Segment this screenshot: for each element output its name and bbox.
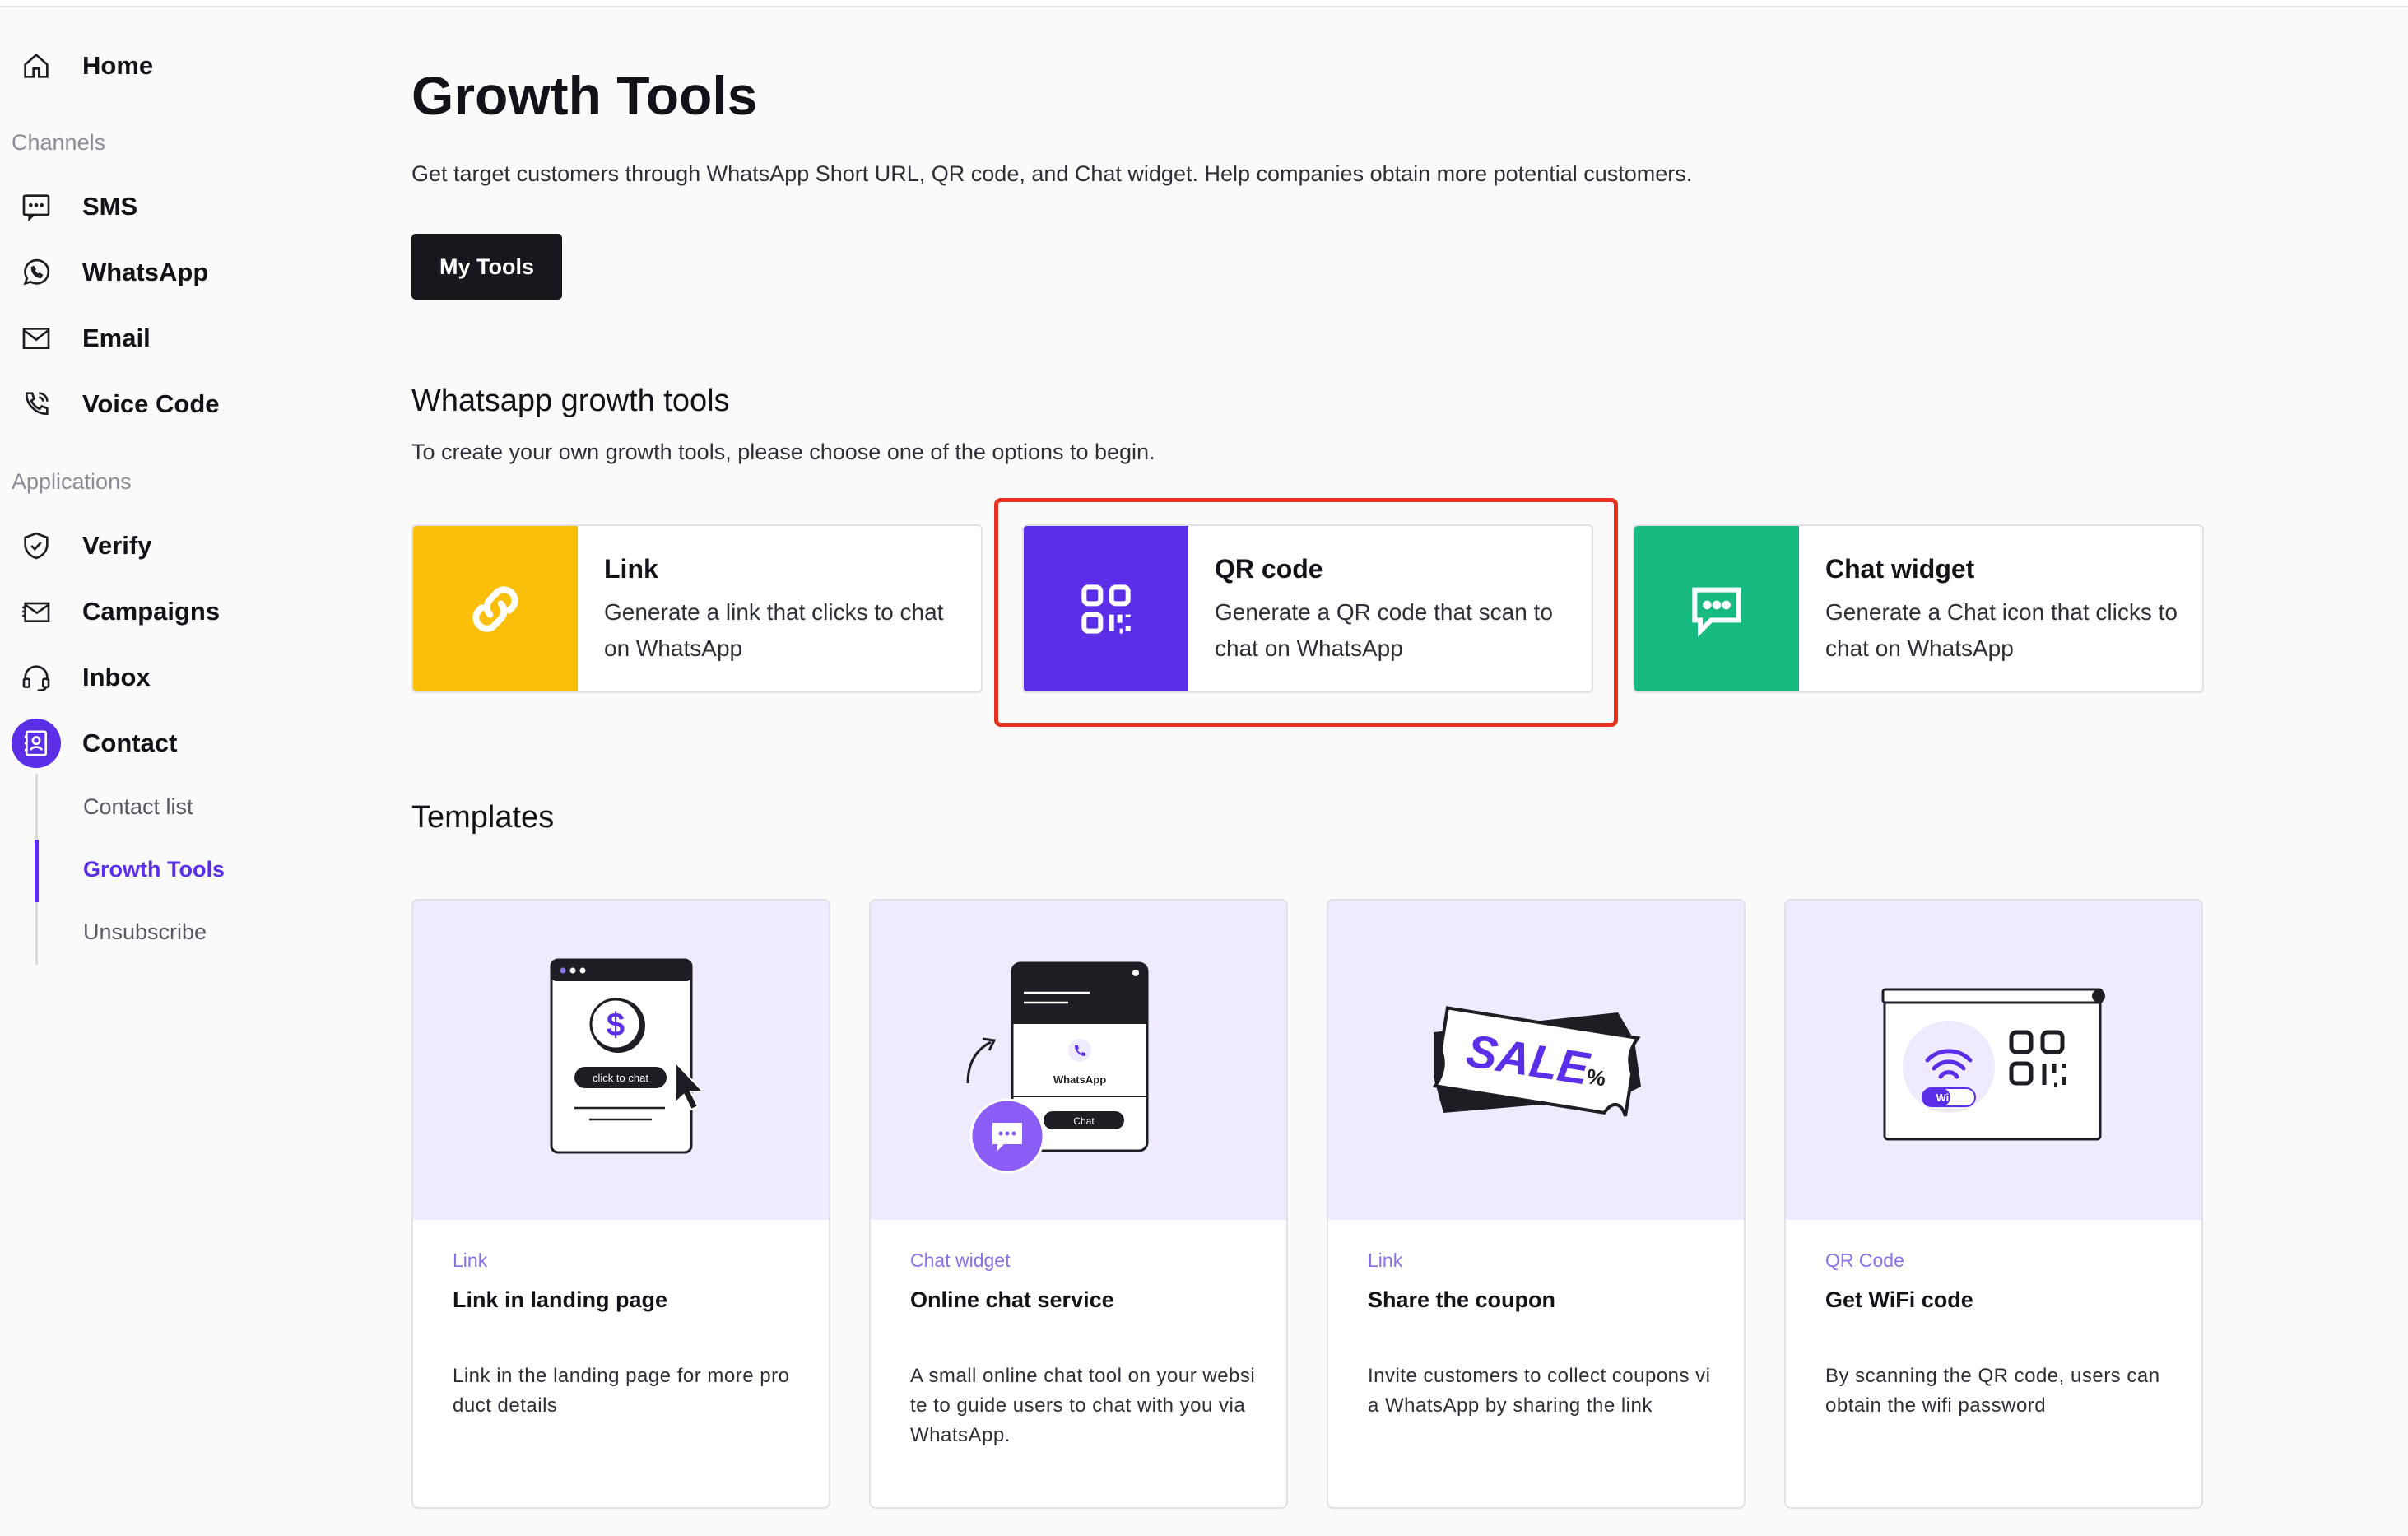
headset-icon [12, 653, 61, 702]
template-card-wifi-code[interactable]: Wi Fi QR Code Get WiFi code By scanning … [1784, 899, 2203, 1509]
template-description: Invite customers to collect coupons via … [1368, 1365, 1711, 1417]
template-description: A small online chat tool on your website… [910, 1365, 1256, 1446]
sidebar-subitem-unsubscribe[interactable]: Unsubscribe [83, 919, 207, 945]
sidebar-subitem-contact-list[interactable]: Contact list [83, 794, 193, 820]
svg-text:%: % [1585, 1064, 1608, 1091]
contact-book-icon [12, 719, 61, 768]
my-tools-button[interactable]: My Tools [411, 234, 562, 300]
submenu-active-indicator [35, 840, 39, 902]
section-label-channels: Channels [12, 130, 106, 155]
svg-text:Wi Fi: Wi Fi [1936, 1091, 1962, 1104]
svg-text:WhatsApp: WhatsApp [1053, 1073, 1106, 1086]
tool-card-title: Link [604, 554, 658, 584]
selection-highlight [994, 498, 1618, 727]
sidebar-item-label: WhatsApp [82, 258, 209, 286]
svg-text:Chat: Chat [1073, 1115, 1095, 1127]
template-name: Share the coupon [1368, 1287, 1556, 1312]
template-name: Link in landing page [453, 1287, 668, 1312]
sidebar-item-home[interactable]: Home [12, 41, 153, 91]
template-name: Online chat service [910, 1287, 1114, 1312]
template-description: Link in the landing page for more produc… [453, 1365, 790, 1417]
templates-heading: Templates [411, 800, 555, 835]
link-icon [413, 526, 578, 691]
sms-icon [12, 182, 61, 231]
chat-service-illustration: WhatsApp Chat [871, 901, 1286, 1220]
template-card-online-chat[interactable]: WhatsApp Chat Chat widget Online chat se… [869, 899, 1288, 1509]
tool-card-description: Generate a link that clicks to chat on W… [604, 599, 944, 661]
tool-card-description: Generate a Chat icon that clicks to chat… [1825, 599, 2178, 661]
shield-check-icon [12, 521, 61, 570]
template-category: Link [1368, 1250, 1403, 1271]
template-card-link-landing[interactable]: $ click to chat Link Link in landing pag… [411, 899, 830, 1509]
template-card-share-coupon[interactable]: SALE % Link Share the coupon Invite cust… [1327, 899, 1746, 1509]
top-border [0, 0, 2408, 7]
whatsapp-tools-description: To create your own growth tools, please … [411, 440, 1155, 464]
template-category: QR Code [1825, 1250, 1904, 1271]
template-name: Get WiFi code [1825, 1287, 1973, 1312]
sidebar-item-label: Voice Code [82, 389, 220, 418]
sidebar-item-sms[interactable]: SMS [12, 182, 137, 231]
whatsapp-tools-heading: Whatsapp growth tools [411, 384, 730, 418]
sidebar-item-label: Home [82, 51, 154, 80]
sidebar-item-inbox[interactable]: Inbox [12, 653, 151, 702]
whatsapp-icon [12, 248, 61, 297]
section-label-applications: Applications [12, 469, 132, 494]
page-title: Growth Tools [411, 65, 758, 126]
sidebar-item-whatsapp[interactable]: WhatsApp [12, 248, 208, 297]
sidebar-item-campaigns[interactable]: Campaigns [12, 587, 220, 636]
phone-icon [12, 379, 61, 429]
tool-card-title: Chat widget [1825, 554, 1975, 584]
svg-text:click to chat: click to chat [593, 1072, 648, 1084]
sidebar-subitem-growth-tools[interactable]: Growth Tools [83, 857, 225, 882]
tool-card-chat-widget[interactable]: Chat widget Generate a Chat icon that cl… [1633, 524, 2204, 693]
sidebar-item-contact[interactable]: Contact [12, 719, 177, 768]
mail-icon [12, 314, 61, 363]
sidebar-item-label: Campaigns [82, 597, 221, 626]
wifi-qr-illustration: Wi Fi [1786, 901, 2201, 1220]
sidebar-item-label: SMS [82, 192, 138, 221]
sidebar-item-label: Inbox [82, 663, 151, 691]
sidebar-item-verify[interactable]: Verify [12, 521, 151, 570]
svg-text:$: $ [607, 1007, 625, 1043]
template-description: By scanning the QR code, users can obtai… [1825, 1365, 2160, 1417]
chat-bubble-icon [1634, 526, 1799, 691]
sidebar-item-email[interactable]: Email [12, 314, 151, 363]
template-category: Link [453, 1250, 488, 1271]
campaign-mail-icon [12, 587, 61, 636]
home-icon [12, 41, 61, 91]
template-category: Chat widget [910, 1250, 1011, 1271]
page-subtitle: Get target customers through WhatsApp Sh… [411, 161, 1693, 186]
coupon-illustration: SALE % [1328, 901, 1744, 1220]
sidebar-item-voice-code[interactable]: Voice Code [12, 379, 220, 429]
sidebar-item-label: Verify [82, 531, 152, 560]
landing-page-illustration: $ click to chat [413, 901, 829, 1220]
sidebar-item-label: Contact [82, 728, 178, 757]
sidebar-item-label: Email [82, 323, 151, 352]
tool-card-link[interactable]: Link Generate a link that clicks to chat… [411, 524, 983, 693]
